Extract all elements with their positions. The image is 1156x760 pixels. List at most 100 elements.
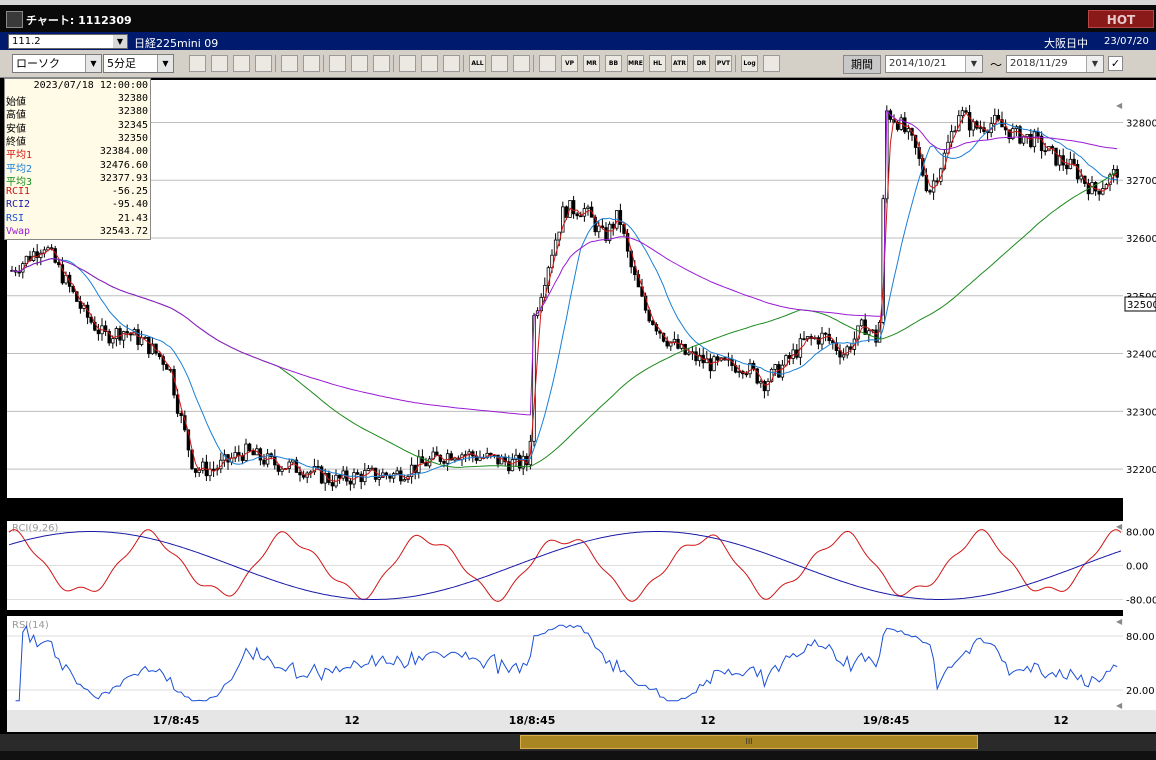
info-row: RCI1 -56.25 (5, 186, 150, 200)
candle-body (298, 472, 302, 476)
info-value: 32377.93 (99, 172, 148, 184)
toolbar-separator (735, 55, 736, 72)
chevron-down-icon[interactable]: ▼ (113, 35, 127, 48)
y-tick-label: -80.00 (1126, 596, 1156, 607)
candle-body (111, 338, 115, 344)
info-row: 平均3 32377.93 (5, 172, 150, 188)
pvt-icon[interactable]: PVT (715, 55, 732, 72)
candle-body (143, 336, 147, 339)
chart-canvas[interactable]: 32200 32300 32400 32500 32600 32700 32800 80.0… (4, 78, 1156, 734)
candle-body (694, 351, 698, 362)
cross-icon[interactable] (211, 55, 228, 72)
gear-icon[interactable] (491, 55, 508, 72)
candle-body (687, 352, 691, 355)
vp-icon[interactable]: VP (561, 55, 578, 72)
pen-icon[interactable] (329, 55, 346, 72)
candle-body (442, 461, 446, 464)
y-tick-label: 32300 (1126, 407, 1156, 418)
study-icon[interactable] (233, 55, 250, 72)
symbol-name: 日経225mini 09 (134, 37, 219, 50)
print-icon[interactable] (763, 55, 780, 72)
chevron-down-icon[interactable]: ▼ (157, 55, 173, 72)
tool-icon[interactable] (513, 55, 530, 72)
info-value: 32384.00 (99, 146, 148, 158)
all-icon[interactable]: ALL (469, 55, 486, 72)
y-axis-strip (1123, 80, 1156, 710)
scroll-arrow-icon[interactable]: ◀ (1116, 701, 1123, 710)
candle-body (139, 337, 144, 345)
x-tick-label: 18/8:45 (509, 714, 556, 727)
toolbar-separator (275, 55, 276, 72)
candle-body (773, 364, 777, 370)
candle-body (759, 381, 763, 384)
candle-body (867, 330, 871, 335)
move-icon[interactable] (399, 55, 416, 72)
undo-icon[interactable] (373, 55, 390, 72)
mre-icon[interactable]: MRE (627, 55, 644, 72)
scroll-arrow-icon[interactable]: ◀ (1116, 617, 1123, 626)
atr-icon[interactable]: ATR (671, 55, 688, 72)
date-to-value: 2018/11/29 (1010, 58, 1068, 69)
symbol-code: 111.2 (12, 36, 41, 47)
hl-icon[interactable]: HL (649, 55, 666, 72)
candle-body (571, 200, 576, 215)
book-icon[interactable] (255, 55, 272, 72)
y-tick-label: 80.00 (1126, 528, 1155, 539)
candle-body (78, 301, 83, 309)
info-label: RCI1 (6, 186, 31, 198)
candle-body (244, 443, 248, 461)
candle-body (179, 412, 183, 417)
info-row: 終値 32350 (5, 133, 150, 148)
symbol-code-select[interactable]: 111.2 ▼ (8, 34, 128, 49)
chart-type-select[interactable]: ローソク ▼ (12, 54, 102, 73)
info-value: 21.43 (117, 212, 148, 224)
zoom-icon[interactable] (189, 55, 206, 72)
scroll-arrow-icon[interactable]: ◀ (1116, 522, 1123, 531)
y-tick-label: 32600 (1126, 234, 1156, 245)
hot-button[interactable]: HOT (1088, 10, 1154, 28)
candle-icon[interactable] (281, 55, 298, 72)
app-icon (6, 11, 23, 28)
candle-body (708, 358, 713, 372)
window-title: チャート: 1112309 (26, 14, 132, 27)
range-checkbox[interactable]: ✓ (1108, 56, 1123, 71)
candle-body (251, 450, 255, 456)
color-icon[interactable] (539, 55, 556, 72)
redo-icon[interactable] (443, 55, 460, 72)
y-tick-label: 32200 (1126, 465, 1156, 476)
candle-body (330, 482, 335, 487)
market-session: 大阪日中 (1044, 37, 1088, 50)
date-from-field[interactable]: 2014/10/21 ▼ (885, 55, 983, 73)
candle-body (597, 225, 601, 233)
info-row: 安値 32345 (5, 120, 150, 135)
candle-body (510, 459, 515, 472)
period-button[interactable]: 期間 (843, 55, 881, 74)
scroll-arrow-icon[interactable]: ◀ (1116, 101, 1123, 110)
bb-icon[interactable]: BB (605, 55, 622, 72)
candle-body (586, 206, 590, 209)
x-tick-label: 12 (344, 714, 359, 727)
range-separator: 〜 (990, 58, 1003, 72)
calendar-icon[interactable]: ▼ (1086, 56, 1103, 72)
date-to-field[interactable]: 2018/11/29 ▼ (1006, 55, 1104, 73)
mr-icon[interactable]: MR (583, 55, 600, 72)
ohlc-info-box: 2023/07/18 12:00:00 始値 32380 高値 32380 安値 3234… (4, 78, 151, 240)
scroll-thumb[interactable]: III (520, 735, 978, 749)
calendar-icon[interactable]: ▼ (965, 56, 982, 72)
drr-icon[interactable]: DR RR (693, 55, 710, 72)
candle-body (712, 356, 716, 372)
candle-body (816, 337, 821, 345)
info-row: 平均1 32384.00 (5, 146, 150, 161)
log-icon[interactable]: Log (741, 55, 758, 72)
info-value: 32476.60 (99, 159, 148, 171)
candle-body (1065, 164, 1069, 170)
chevron-down-icon[interactable]: ▼ (85, 55, 101, 72)
x-tick-label: 17/8:45 (153, 714, 200, 727)
candle-body (672, 338, 677, 343)
y-tick-label: 32400 (1126, 350, 1156, 361)
extend-icon[interactable] (421, 55, 438, 72)
interval-select[interactable]: 5分足 ▼ (103, 54, 174, 73)
misc-icon[interactable] (303, 55, 320, 72)
cursor-icon[interactable] (351, 55, 368, 72)
x-tick-label: 12 (700, 714, 715, 727)
